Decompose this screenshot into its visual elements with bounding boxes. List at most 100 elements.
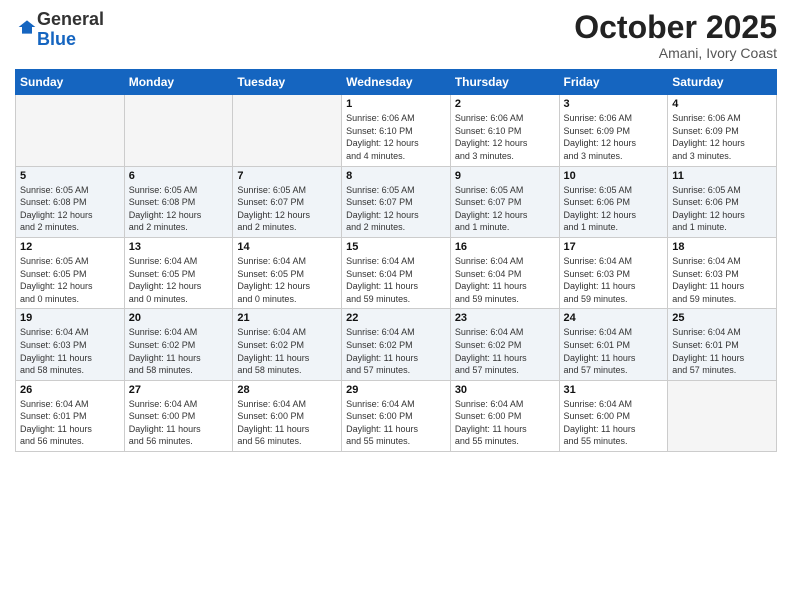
day-number: 20: [129, 312, 229, 324]
day-number: 24: [564, 312, 664, 324]
day-number: 7: [237, 170, 337, 182]
day-info: Sunrise: 6:05 AM Sunset: 6:07 PM Dayligh…: [237, 184, 337, 234]
calendar-cell: 30 Sunrise: 6:04 AM Sunset: 6:00 PM Dayli…: [450, 380, 559, 451]
calendar-cell: 4 Sunrise: 6:06 AM Sunset: 6:09 PM Daylig…: [668, 95, 777, 166]
day-info: Sunrise: 6:04 AM Sunset: 6:00 PM Dayligh…: [346, 398, 446, 448]
logo: General Blue: [15, 10, 104, 50]
day-info: Sunrise: 6:04 AM Sunset: 6:01 PM Dayligh…: [672, 326, 772, 376]
calendar-cell: 8 Sunrise: 6:05 AM Sunset: 6:07 PM Daylig…: [342, 166, 451, 237]
calendar-cell: 28 Sunrise: 6:04 AM Sunset: 6:00 PM Dayli…: [233, 380, 342, 451]
day-info: Sunrise: 6:04 AM Sunset: 6:02 PM Dayligh…: [237, 326, 337, 376]
logo-general: General: [37, 9, 104, 29]
calendar-cell: 10 Sunrise: 6:05 AM Sunset: 6:06 PM Dayli…: [559, 166, 668, 237]
calendar-cell: 5Sunrise: 6:05 AM Sunset: 6:08 PM Daylig…: [16, 166, 125, 237]
header: General Blue October 2025 Amani, Ivory C…: [15, 10, 777, 61]
weekday-friday: Friday: [559, 70, 668, 95]
day-info: Sunrise: 6:04 AM Sunset: 6:00 PM Dayligh…: [455, 398, 555, 448]
calendar-cell: 27 Sunrise: 6:04 AM Sunset: 6:00 PM Dayli…: [124, 380, 233, 451]
day-info: Sunrise: 6:05 AM Sunset: 6:07 PM Dayligh…: [455, 184, 555, 234]
day-info: Sunrise: 6:04 AM Sunset: 6:00 PM Dayligh…: [237, 398, 337, 448]
title-block: October 2025 Amani, Ivory Coast: [574, 10, 777, 61]
day-number: 6: [129, 170, 229, 182]
day-info: Sunrise: 6:06 AM Sunset: 6:09 PM Dayligh…: [672, 112, 772, 162]
calendar-cell: 18 Sunrise: 6:04 AM Sunset: 6:03 PM Dayli…: [668, 237, 777, 308]
day-number: 5: [20, 170, 120, 182]
calendar-cell: 1Sunrise: 6:06 AM Sunset: 6:10 PM Daylig…: [342, 95, 451, 166]
calendar-cell: 11 Sunrise: 6:05 AM Sunset: 6:06 PM Dayli…: [668, 166, 777, 237]
day-number: 22: [346, 312, 446, 324]
day-info: Sunrise: 6:04 AM Sunset: 6:02 PM Dayligh…: [129, 326, 229, 376]
calendar-cell: 26 Sunrise: 6:04 AM Sunset: 6:01 PM Dayli…: [16, 380, 125, 451]
day-info: Sunrise: 6:04 AM Sunset: 6:02 PM Dayligh…: [346, 326, 446, 376]
day-number: 9: [455, 170, 555, 182]
calendar-cell: [16, 95, 125, 166]
calendar-cell: 12Sunrise: 6:05 AM Sunset: 6:05 PM Dayli…: [16, 237, 125, 308]
day-info: Sunrise: 6:06 AM Sunset: 6:09 PM Dayligh…: [564, 112, 664, 162]
calendar-cell: 9 Sunrise: 6:05 AM Sunset: 6:07 PM Daylig…: [450, 166, 559, 237]
page: General Blue October 2025 Amani, Ivory C…: [0, 0, 792, 612]
calendar-cell: 31 Sunrise: 6:04 AM Sunset: 6:00 PM Dayli…: [559, 380, 668, 451]
calendar-week-row: 12Sunrise: 6:05 AM Sunset: 6:05 PM Dayli…: [16, 237, 777, 308]
calendar-cell: 2Sunrise: 6:06 AM Sunset: 6:10 PM Daylig…: [450, 95, 559, 166]
calendar-cell: 25 Sunrise: 6:04 AM Sunset: 6:01 PM Dayli…: [668, 309, 777, 380]
calendar-cell: 16Sunrise: 6:04 AM Sunset: 6:04 PM Dayli…: [450, 237, 559, 308]
day-number: 4: [672, 98, 772, 110]
calendar-cell: 3 Sunrise: 6:06 AM Sunset: 6:09 PM Daylig…: [559, 95, 668, 166]
day-number: 29: [346, 384, 446, 396]
day-info: Sunrise: 6:04 AM Sunset: 6:04 PM Dayligh…: [346, 255, 446, 305]
day-number: 25: [672, 312, 772, 324]
day-number: 26: [20, 384, 120, 396]
day-number: 17: [564, 241, 664, 253]
day-info: Sunrise: 6:04 AM Sunset: 6:00 PM Dayligh…: [129, 398, 229, 448]
day-info: Sunrise: 6:05 AM Sunset: 6:08 PM Dayligh…: [129, 184, 229, 234]
day-info: Sunrise: 6:05 AM Sunset: 6:06 PM Dayligh…: [672, 184, 772, 234]
calendar-cell: 13 Sunrise: 6:04 AM Sunset: 6:05 PM Dayli…: [124, 237, 233, 308]
day-number: 12: [20, 241, 120, 253]
month-title: October 2025: [574, 10, 777, 45]
calendar-cell: [124, 95, 233, 166]
calendar-cell: 22 Sunrise: 6:04 AM Sunset: 6:02 PM Dayli…: [342, 309, 451, 380]
day-number: 1: [346, 98, 446, 110]
day-info: Sunrise: 6:04 AM Sunset: 6:04 PM Dayligh…: [455, 255, 555, 305]
day-number: 31: [564, 384, 664, 396]
day-info: Sunrise: 6:05 AM Sunset: 6:07 PM Dayligh…: [346, 184, 446, 234]
calendar-cell: [233, 95, 342, 166]
day-info: Sunrise: 6:04 AM Sunset: 6:03 PM Dayligh…: [672, 255, 772, 305]
day-info: Sunrise: 6:04 AM Sunset: 6:01 PM Dayligh…: [564, 326, 664, 376]
day-info: Sunrise: 6:04 AM Sunset: 6:00 PM Dayligh…: [564, 398, 664, 448]
logo-text: General Blue: [37, 10, 104, 50]
day-number: 3: [564, 98, 664, 110]
day-number: 11: [672, 170, 772, 182]
weekday-saturday: Saturday: [668, 70, 777, 95]
day-info: Sunrise: 6:05 AM Sunset: 6:06 PM Dayligh…: [564, 184, 664, 234]
calendar: SundayMondayTuesdayWednesdayThursdayFrid…: [15, 69, 777, 452]
calendar-week-row: 26 Sunrise: 6:04 AM Sunset: 6:01 PM Dayli…: [16, 380, 777, 451]
day-info: Sunrise: 6:04 AM Sunset: 6:02 PM Dayligh…: [455, 326, 555, 376]
calendar-cell: 23 Sunrise: 6:04 AM Sunset: 6:02 PM Dayli…: [450, 309, 559, 380]
weekday-sunday: Sunday: [16, 70, 125, 95]
day-number: 23: [455, 312, 555, 324]
weekday-monday: Monday: [124, 70, 233, 95]
day-info: Sunrise: 6:04 AM Sunset: 6:05 PM Dayligh…: [237, 255, 337, 305]
weekday-thursday: Thursday: [450, 70, 559, 95]
day-number: 10: [564, 170, 664, 182]
day-number: 18: [672, 241, 772, 253]
location: Amani, Ivory Coast: [574, 45, 777, 61]
day-number: 30: [455, 384, 555, 396]
day-number: 13: [129, 241, 229, 253]
day-number: 15: [346, 241, 446, 253]
calendar-cell: 14 Sunrise: 6:04 AM Sunset: 6:05 PM Dayli…: [233, 237, 342, 308]
day-info: Sunrise: 6:04 AM Sunset: 6:03 PM Dayligh…: [564, 255, 664, 305]
day-number: 14: [237, 241, 337, 253]
calendar-cell: 24 Sunrise: 6:04 AM Sunset: 6:01 PM Dayli…: [559, 309, 668, 380]
day-number: 8: [346, 170, 446, 182]
day-info: Sunrise: 6:04 AM Sunset: 6:05 PM Dayligh…: [129, 255, 229, 305]
day-info: Sunrise: 6:04 AM Sunset: 6:01 PM Dayligh…: [20, 398, 120, 448]
day-info: Sunrise: 6:06 AM Sunset: 6:10 PM Dayligh…: [455, 112, 555, 162]
day-number: 27: [129, 384, 229, 396]
calendar-week-row: 19Sunrise: 6:04 AM Sunset: 6:03 PM Dayli…: [16, 309, 777, 380]
day-number: 28: [237, 384, 337, 396]
weekday-wednesday: Wednesday: [342, 70, 451, 95]
logo-icon: [17, 17, 37, 37]
calendar-cell: 7 Sunrise: 6:05 AM Sunset: 6:07 PM Daylig…: [233, 166, 342, 237]
